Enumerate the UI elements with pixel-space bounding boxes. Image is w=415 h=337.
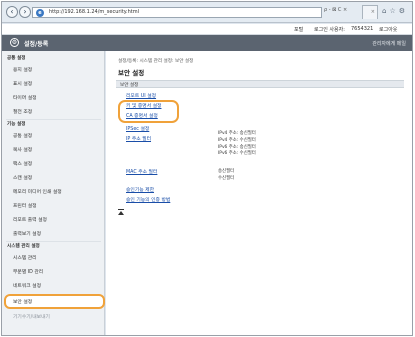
sidebar-section-function: 기능 설정 bbox=[7, 122, 26, 127]
sidebar-item-security[interactable]: 보안 설정 bbox=[13, 298, 32, 305]
page-top-arrow-icon[interactable] bbox=[118, 211, 124, 215]
ip-filter-link[interactable]: IP 주소 필터 bbox=[126, 135, 151, 142]
sidebar-item-system-mgmt[interactable]: 시스템 관리 bbox=[13, 254, 37, 261]
sidebar-divider bbox=[6, 241, 101, 242]
mac-filter-link[interactable]: MAC 주소 필터 bbox=[126, 168, 157, 175]
page-title: 보안 설정 bbox=[118, 69, 145, 77]
sidebar-section-system: 시스템 관리 설정 bbox=[7, 244, 40, 249]
page-top-icon[interactable] bbox=[118, 209, 124, 210]
auth-method-link[interactable]: 승인 기능의 인증 방법 bbox=[126, 196, 170, 203]
login-user-label: 로그인 사용자: bbox=[314, 27, 345, 33]
sidebar-item-memory-media[interactable]: 메모리 미디어 인쇄 설정 bbox=[13, 188, 62, 195]
breadcrumb: 설정/등록: 시스템 관리 설정: 보안 설정 bbox=[118, 59, 194, 64]
browser-chrome: ‹ › e http://192.168.1.24/m_security.htm… bbox=[2, 2, 412, 23]
forward-arrow-icon[interactable]: › bbox=[19, 6, 31, 18]
sidebar-item-output-view[interactable]: 출력보기 설정 bbox=[13, 230, 41, 237]
header-title: 설정/등록 bbox=[24, 41, 49, 48]
sidebar-item-common[interactable]: 공통 설정 bbox=[13, 132, 32, 139]
sidebar-item-report[interactable]: 리포트 출력 설정 bbox=[13, 216, 47, 223]
section-header: 보안 설정 bbox=[116, 80, 404, 88]
sidebar-item-paper[interactable]: 용지 설정 bbox=[13, 66, 32, 73]
toolbar-icons[interactable]: ⌂☆⚙ bbox=[382, 7, 408, 15]
sidebar-item-display[interactable]: 표시 설정 bbox=[13, 80, 32, 87]
sidebar-item-copy[interactable]: 복사 설정 bbox=[13, 146, 32, 153]
sidebar-item-dept-id[interactable]: 부문별 ID 관리 bbox=[13, 268, 43, 275]
portal-link[interactable]: 포털 bbox=[294, 26, 303, 33]
mac-filter-info: 송신필터 수신필터 bbox=[218, 169, 234, 183]
sidebar-item-fax[interactable]: 팩스 설정 bbox=[13, 160, 32, 167]
ip-filter-info-line: IPv4 주소: 송신필터 bbox=[218, 131, 256, 136]
close-icon[interactable]: × bbox=[371, 9, 375, 15]
main-content: 설정/등록: 시스템 관리 설정: 보안 설정 보안 설정 보안 설정 리모트 … bbox=[106, 51, 412, 335]
browser-tab[interactable]: × bbox=[362, 5, 378, 19]
sidebar-item-scan[interactable]: 스캔 설정 bbox=[13, 174, 32, 181]
auth-limit-link[interactable]: 승인기능 제한 bbox=[126, 186, 154, 193]
browser-window: ‹ › e http://192.168.1.24/m_security.htm… bbox=[1, 1, 413, 336]
sidebar: 공통 설정 용지 설정 표시 설정 타이머 설정 절전 조정 기능 설정 공통 … bbox=[2, 51, 105, 335]
sidebar-item-power[interactable]: 절전 조정 bbox=[13, 108, 32, 115]
logout-link[interactable]: 로그아웃 bbox=[379, 26, 397, 33]
sidebar-divider bbox=[6, 119, 101, 120]
sidebar-section-common: 공통 설정 bbox=[7, 56, 26, 61]
address-bar[interactable]: e http://192.168.1.24/m_security.html bbox=[32, 7, 322, 18]
mac-filter-info-line: 수신필터 bbox=[218, 175, 235, 181]
ip-filter-info-line: IPv6 주소: 수신필터 bbox=[218, 151, 256, 157]
cert-links-highlight bbox=[118, 100, 179, 123]
login-user-value: 7654321 bbox=[351, 26, 374, 32]
settings-logo-icon: ⚙ bbox=[10, 38, 19, 47]
mac-filter-info-line: 송신필터 bbox=[218, 169, 235, 174]
top-bar: 포털 로그인 사용자: 7654321 로그아웃 bbox=[2, 24, 412, 35]
ipsec-link[interactable]: IPSec 설정 bbox=[126, 125, 149, 132]
admin-mail-link[interactable]: 관리자에게 메일 bbox=[372, 40, 406, 47]
sidebar-item-timer[interactable]: 타이머 설정 bbox=[13, 94, 37, 101]
ie-icon: e bbox=[36, 9, 44, 17]
page-header: ⚙ 설정/등록 관리자에게 메일 bbox=[2, 35, 412, 51]
sidebar-item-printer[interactable]: 프린터 설정 bbox=[13, 202, 37, 209]
section-label: 보안 설정 bbox=[120, 83, 139, 88]
back-arrow-icon[interactable]: ‹ bbox=[6, 6, 18, 18]
ip-filter-info: IPv4 주소: 송신필터 IPv4 주소: 수신필터 IPv6 주소: 송신필… bbox=[218, 131, 256, 158]
url-text: http://192.168.1.24/m_security.html bbox=[49, 9, 139, 15]
remote-ui-link[interactable]: 리모트 UI 설정 bbox=[126, 92, 156, 99]
address-tools-icons[interactable]: ρ - ⊠ C × bbox=[324, 7, 347, 13]
sidebar-item-import-export[interactable]: 기기수기/내보내기 bbox=[13, 313, 50, 320]
sidebar-item-network[interactable]: 네트워크 설정 bbox=[13, 282, 41, 289]
ip-filter-info-line: IPv4 주소: 수신필터 bbox=[218, 137, 256, 143]
